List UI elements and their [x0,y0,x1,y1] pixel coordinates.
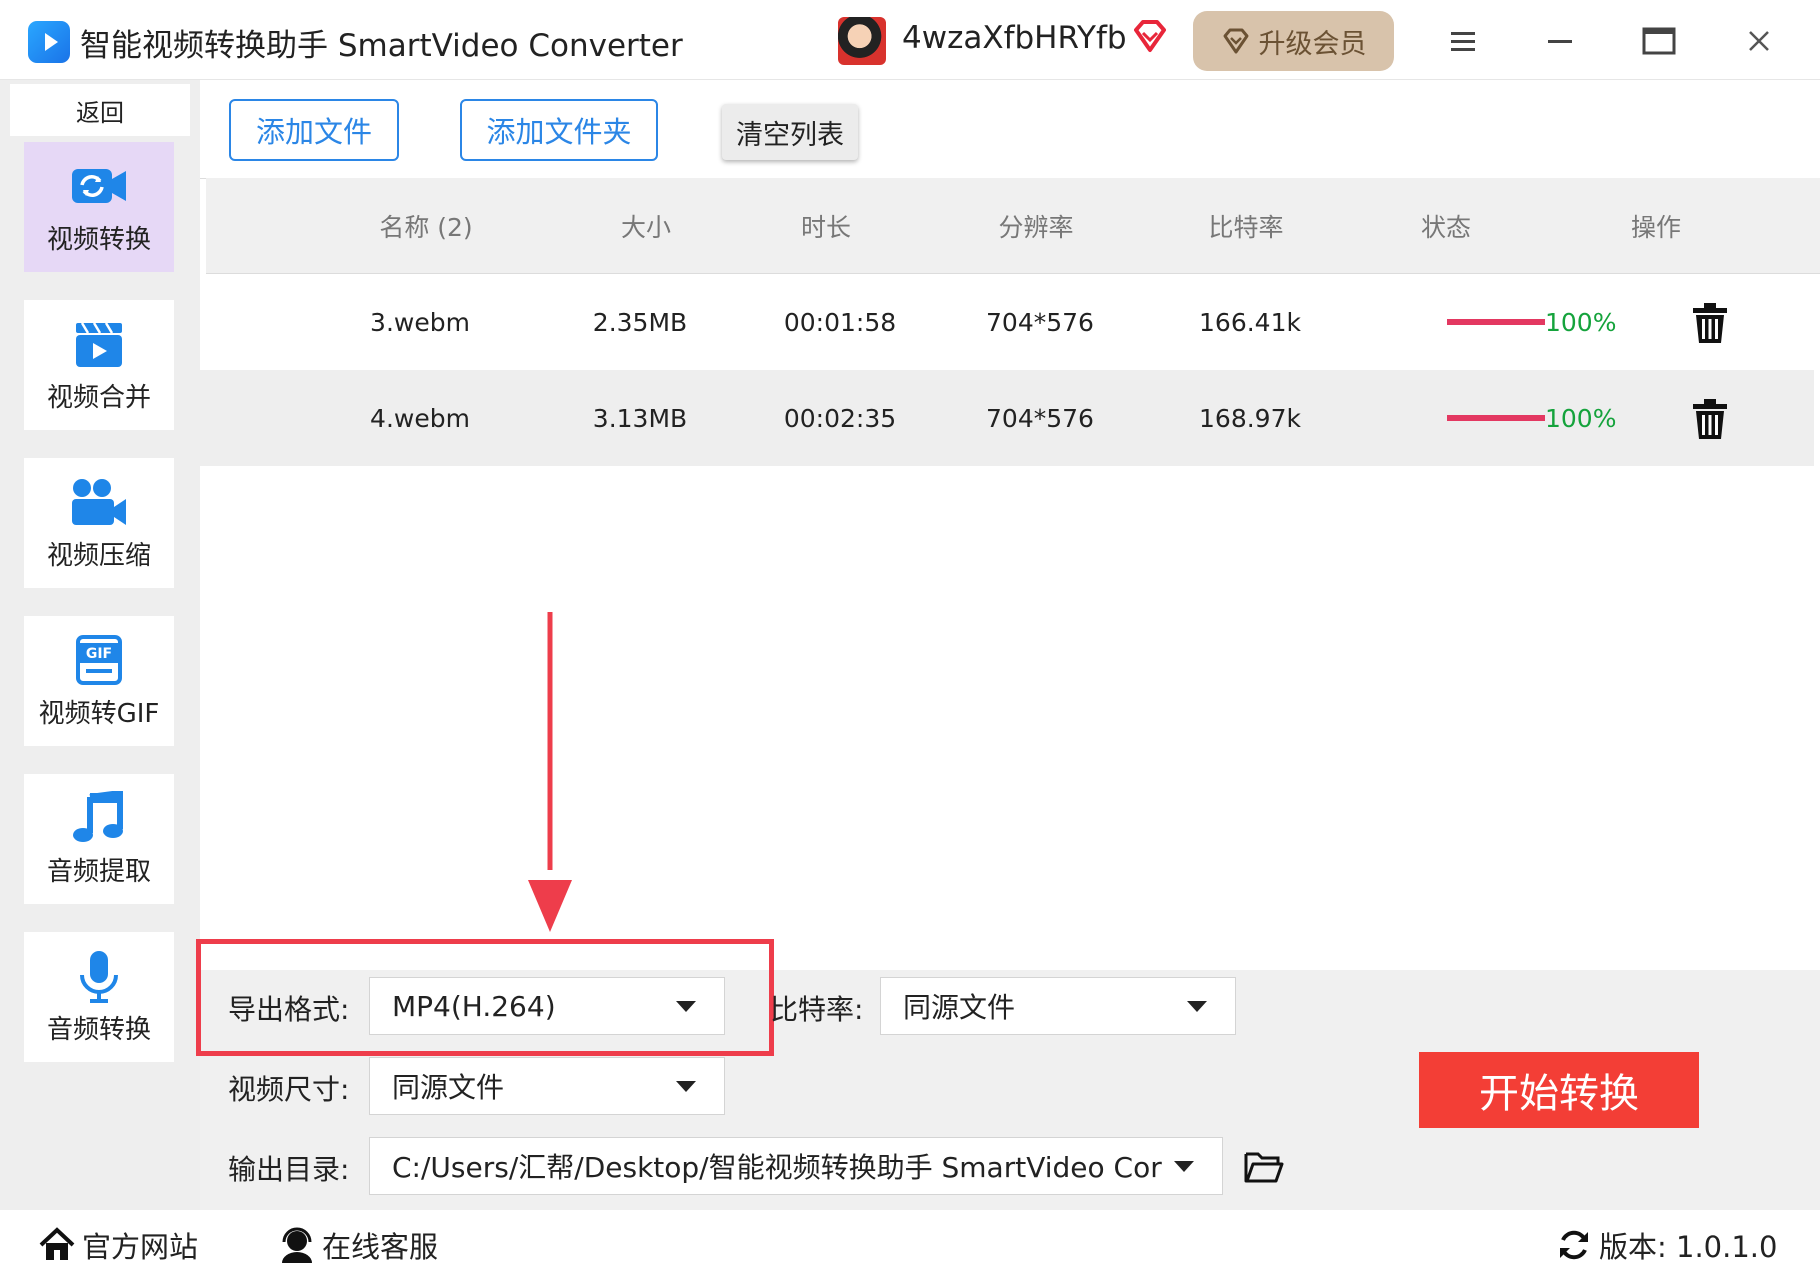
maximize-button[interactable] [1636,18,1682,64]
sidebar-item-video-gif[interactable]: GIF 视频转GIF [24,616,174,746]
refresh-icon [1560,1230,1588,1260]
back-button[interactable]: 返回 [10,84,190,136]
annotation-arrow [528,612,572,932]
file-bitrate: 166.41k [1199,307,1301,337]
app-logo-icon [28,21,70,63]
size-label: 视频尺寸: [228,1073,350,1106]
version-info[interactable]: 版本: 1.0.1.0 [1555,1220,1777,1270]
minimize-icon [1548,40,1572,43]
col-bitrate-header[interactable]: 比特率 [1176,178,1316,274]
sidebar: 返回 视频转换 视频合并 视频压缩 GIF 视频转GIF 音频提取 音频转换 [0,80,200,1210]
title-bar: 智能视频转换助手 SmartVideo Converter 4wzaXfbHRY… [0,0,1820,80]
avatar[interactable] [838,17,886,65]
username[interactable]: 4wzaXfbHRYfb [902,20,1127,56]
progress-bar [1447,319,1545,325]
support-label: 在线客服 [322,1230,439,1264]
hamburger-icon [1451,32,1475,51]
chevron-down-icon [676,1081,696,1092]
add-file-button[interactable]: 添加文件 [229,99,399,161]
file-size: 3.13MB [592,403,688,433]
gif-icon: GIF [76,634,122,685]
footer: 官方网站 在线客服 版本: 1.0.1.0 [0,1210,1820,1280]
col-size-header[interactable]: 大小 [586,178,706,274]
official-website-link[interactable]: 官方网站 [38,1220,198,1270]
col-status-header: 状态 [1420,213,1471,242]
file-name: 4.webm [370,403,470,433]
sidebar-item-audio-extract[interactable]: 音频提取 [24,774,174,904]
vip-diamond-icon [1134,20,1166,52]
file-bitrate: 168.97k [1199,403,1301,433]
headset-icon [282,1227,312,1263]
chevron-down-icon [1187,1001,1207,1012]
col-name-header[interactable]: 名称 (2) [336,178,516,274]
col-resolution-header[interactable]: 分辨率 [966,178,1106,274]
sidebar-item-video-compress[interactable]: 视频压缩 [24,458,174,588]
file-resolution: 704*576 [986,307,1094,337]
col-duration-header[interactable]: 时长 [766,178,886,274]
sidebar-item-label: 视频转换 [46,224,151,255]
bitrate-label: 比特率: [770,993,864,1026]
status-text: 100% [1545,307,1617,337]
version-label: 版本: 1.0.1.0 [1599,1230,1778,1264]
upgrade-vip-button[interactable]: 升级会员 [1193,11,1394,71]
menu-button[interactable] [1440,18,1486,64]
file-duration: 00:02:35 [783,403,897,433]
highlight-box [196,939,774,1056]
add-folder-button[interactable]: 添加文件夹 [460,99,658,161]
upgrade-label: 升级会员 [1258,28,1367,60]
sidebar-item-video-merge[interactable]: 视频合并 [24,300,174,430]
trash-icon[interactable] [1690,398,1730,440]
table-row[interactable]: 3.webm 2.35MB 00:01:58 704*576 166.41k 1… [200,274,1814,370]
sidebar-item-audio-convert[interactable]: 音频转换 [24,932,174,1062]
video-compress-icon [72,478,126,525]
output-dir-value: C:/Users/汇帮/Desktop/智能视频转换助手 SmartVideo … [392,1151,1162,1184]
file-name: 3.webm [370,307,470,337]
start-convert-button[interactable]: 开始转换 [1419,1052,1699,1128]
file-size: 2.35MB [592,307,688,337]
microphone-icon [80,950,118,1003]
col-action-header: 操作 [1630,213,1681,242]
file-resolution: 704*576 [986,403,1094,433]
sidebar-item-label: 视频转GIF [38,698,160,729]
table-header: 名称 (2) 大小 时长 分辨率 比特率 状态 操作 [206,178,1820,274]
sidebar-item-label: 音频提取 [46,856,151,887]
website-label: 官方网站 [82,1230,199,1264]
chevron-down-icon [1174,1161,1194,1172]
folder-open-icon[interactable] [1244,1150,1284,1184]
video-convert-icon [72,168,126,203]
minimize-button[interactable] [1537,18,1583,64]
file-duration: 00:01:58 [783,307,897,337]
sidebar-item-label: 音频转换 [46,1014,151,1045]
trash-icon[interactable] [1690,302,1730,344]
svg-text:GIF: GIF [86,646,112,662]
home-icon [39,1227,75,1260]
output-dir-select[interactable]: C:/Users/汇帮/Desktop/智能视频转换助手 SmartVideo … [369,1137,1223,1195]
progress-bar [1447,415,1545,421]
video-merge-icon [76,321,122,367]
app-title: 智能视频转换助手 SmartVideo Converter [80,28,683,64]
size-select[interactable]: 同源文件 [369,1057,725,1115]
diamond-icon [1223,28,1248,54]
online-support-link[interactable]: 在线客服 [278,1220,438,1270]
size-value: 同源文件 [392,1071,505,1104]
file-table: 名称 (2) 大小 时长 分辨率 比特率 状态 操作 3.webm 2.35MB… [200,178,1820,470]
sidebar-item-label: 视频合并 [46,382,151,413]
status-text: 100% [1545,403,1617,433]
close-icon [1749,31,1769,51]
sidebar-item-video-convert[interactable]: 视频转换 [24,142,174,272]
maximize-icon [1642,27,1676,55]
music-note-icon [73,790,123,842]
table-row[interactable]: 4.webm 3.13MB 00:02:35 704*576 168.97k 1… [200,370,1814,466]
bitrate-value: 同源文件 [903,991,1016,1024]
sidebar-item-label: 视频压缩 [46,540,151,571]
output-label: 输出目录: [228,1153,350,1186]
clear-list-button[interactable]: 清空列表 [722,104,858,160]
close-button[interactable] [1736,18,1782,64]
bitrate-select[interactable]: 同源文件 [880,977,1236,1035]
